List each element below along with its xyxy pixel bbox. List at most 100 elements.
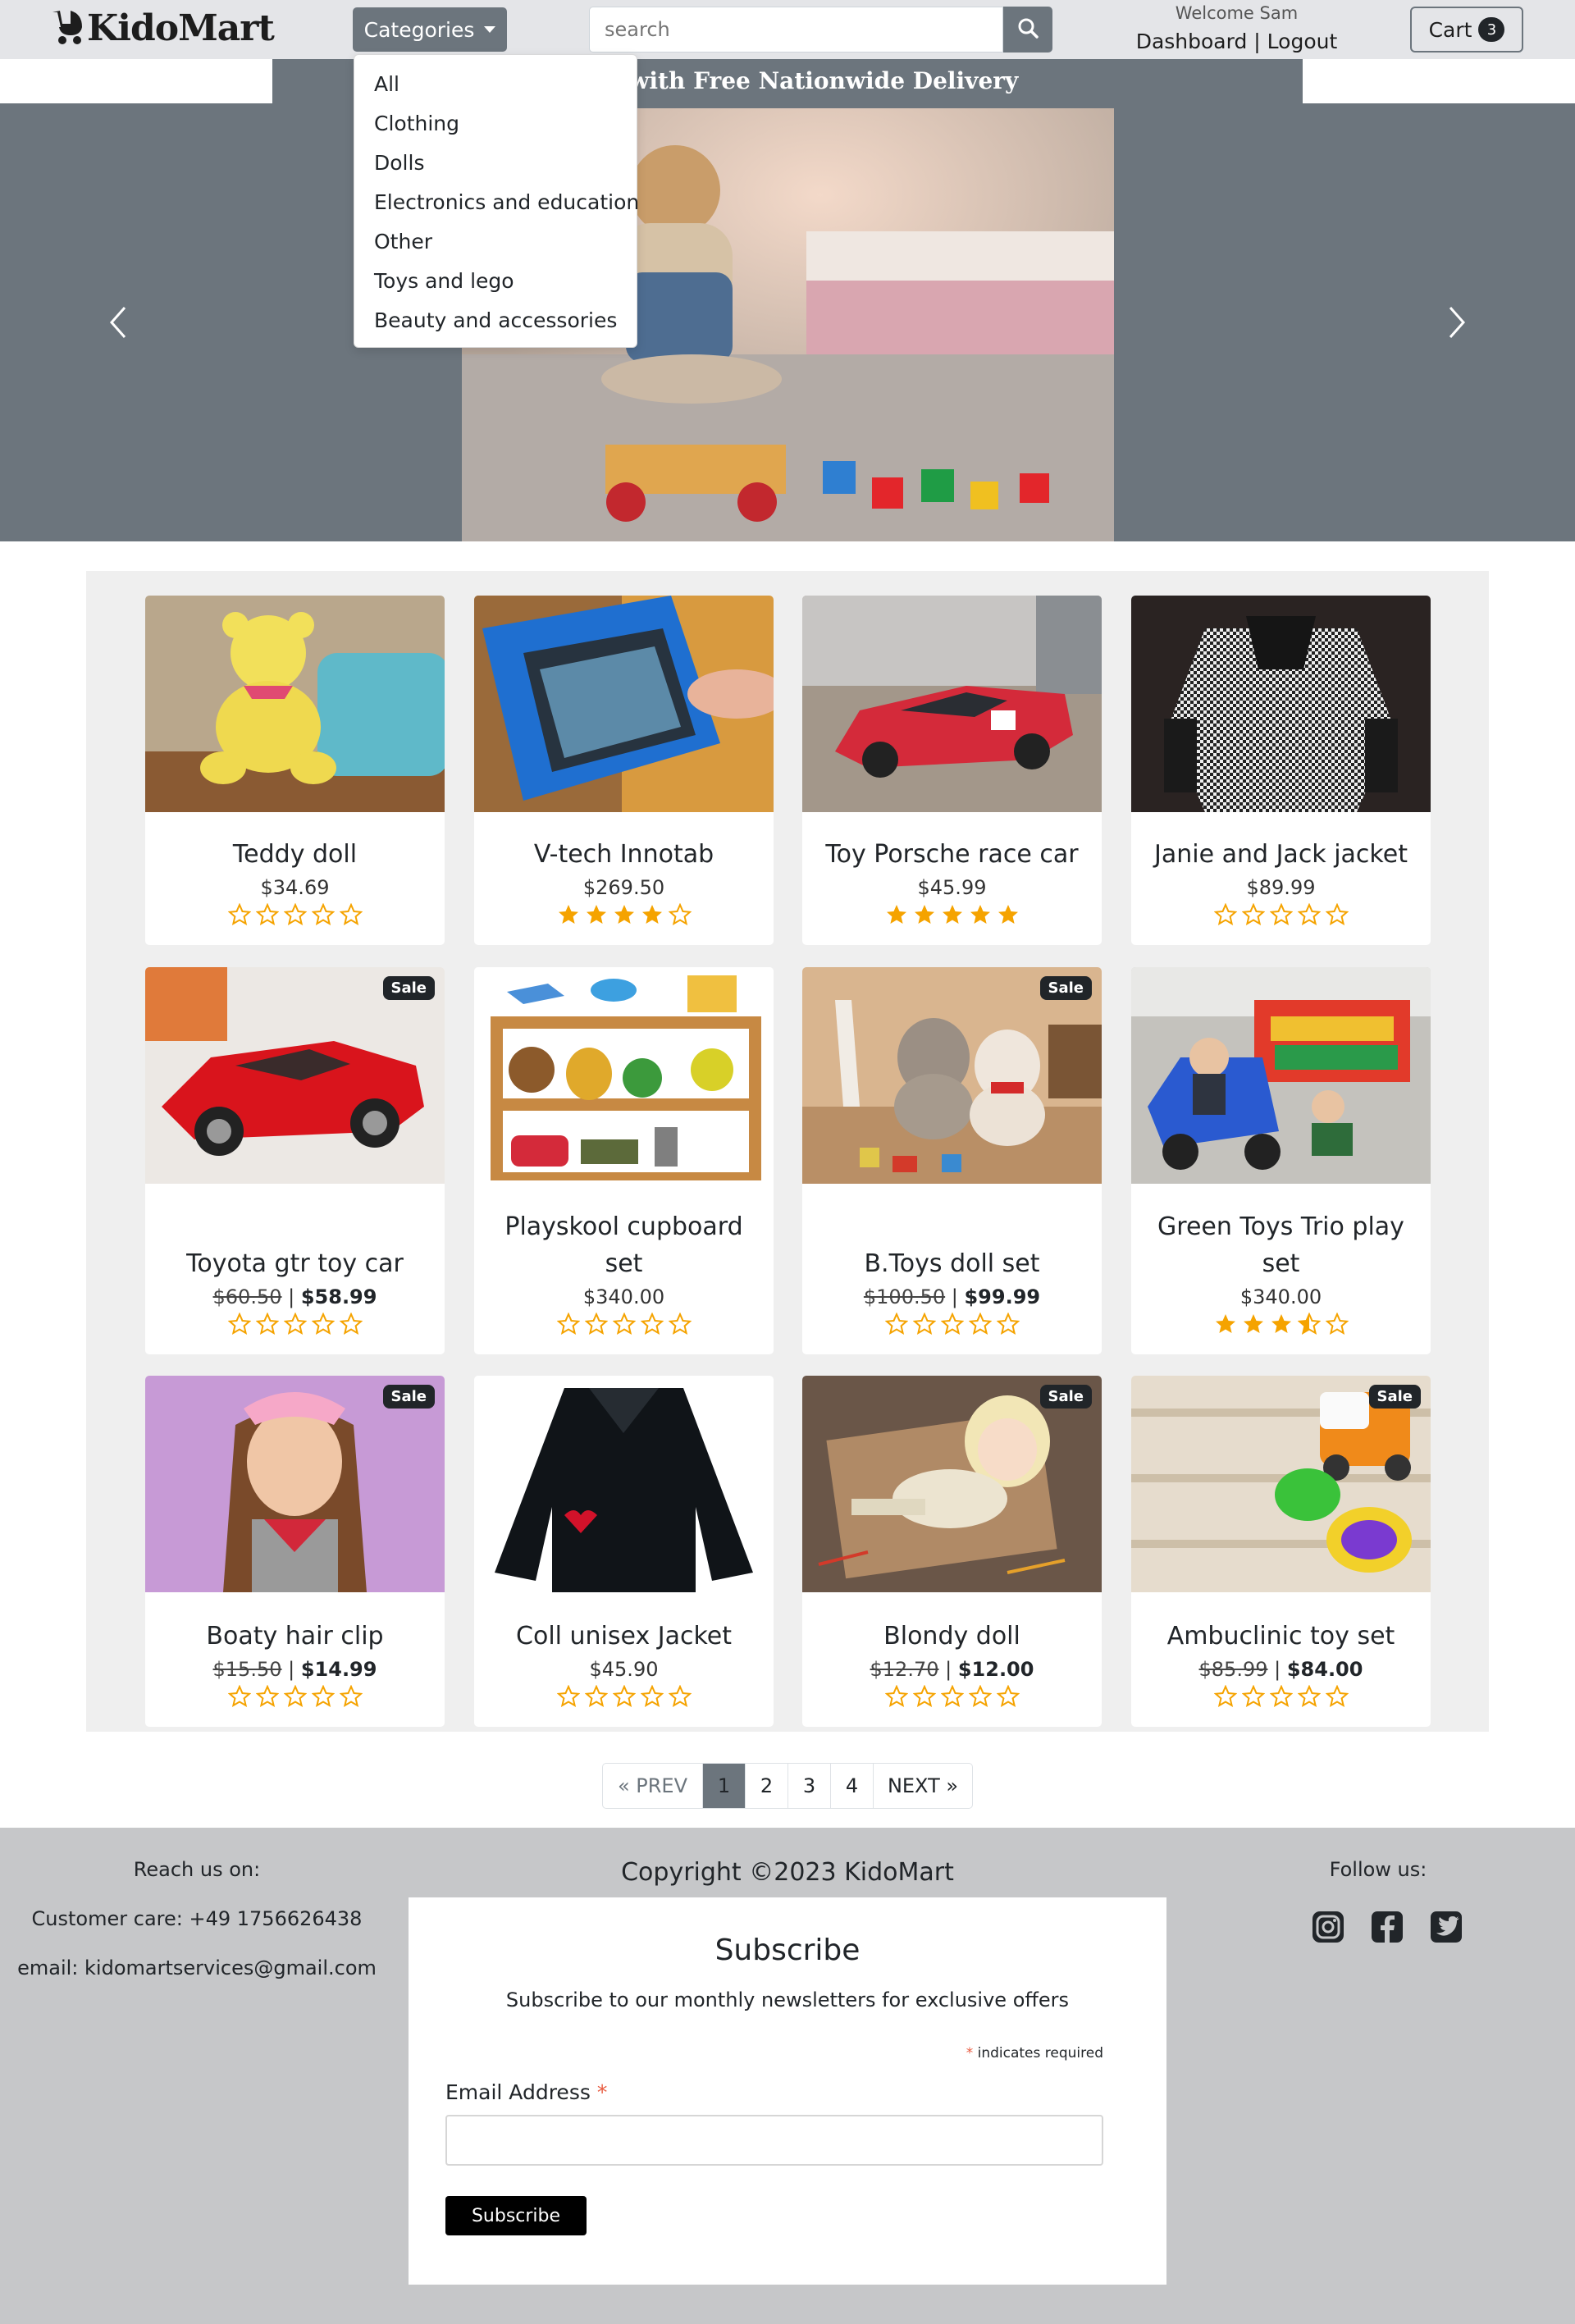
category-item-toys[interactable]: Toys and lego [354,262,637,301]
star-icon [1213,903,1237,926]
star-icon [556,1685,580,1708]
cart-label: Cart [1428,17,1472,42]
category-item-electronics[interactable]: Electronics and education [354,183,639,222]
logout-link[interactable]: Logout [1267,30,1338,53]
subscribe-button[interactable]: Subscribe [445,2196,587,2235]
product-price: $100.50 | $99.99 [864,1282,1040,1312]
star-icon [227,1685,251,1708]
product-card[interactable]: Coll unisex Jacket $45.90 [474,1376,774,1727]
product-card[interactable]: Sale Blondy doll $12.70 | $12.00 [802,1376,1102,1727]
rating-stars [227,902,363,927]
star-icon [584,1313,608,1336]
star-icon [311,1313,335,1336]
pagination-page-4[interactable]: 4 [831,1764,874,1808]
rating-stars [884,1312,1020,1336]
cart-button[interactable]: Cart 3 [1410,7,1523,53]
star-icon [1325,903,1349,926]
email-label: email: [17,1956,85,1979]
product-price: $269.50 [582,876,665,899]
product-title: Ambuclinic toy set [1166,1622,1395,1651]
product-title: Coll unisex Jacket [516,1622,732,1651]
old-price: $100.50 [863,1285,946,1308]
carousel-prev-button[interactable] [102,304,135,345]
categories-label: Categories [363,17,475,42]
category-item-other[interactable]: Other [354,222,637,262]
star-icon [886,905,906,924]
star-icon [884,1313,908,1336]
star-icon [912,1313,936,1336]
category-item-beauty[interactable]: Beauty and accessories [354,301,637,340]
star-icon [914,905,934,924]
product-image [474,596,774,812]
facebook-icon[interactable] [1370,1910,1404,1944]
star-icon [558,905,578,924]
price-separator: | [938,1658,958,1681]
star-icon [1241,1685,1265,1708]
product-price: $60.50 | $58.99 [213,1282,377,1312]
rating-stars [884,1684,1020,1709]
rating-stars [227,1684,363,1709]
product-price: $12.70 | $12.00 [870,1655,1034,1684]
product-card[interactable]: Sale Boaty hair clip $15.50 | $14.99 [145,1376,445,1727]
email-link[interactable]: kidomartservices@gmail.com [84,1956,377,1979]
chevron-right-icon [1447,306,1467,342]
category-item-dolls[interactable]: Dolls [354,144,637,183]
product-card[interactable]: Toy Porsche race car $45.99 [802,596,1102,945]
copyright-text: Copyright ©2023 KidoMart [621,1858,954,1887]
rating-stars [556,1312,692,1336]
product-title: Blondy doll [883,1622,1020,1651]
twitter-icon[interactable] [1429,1910,1463,1944]
product-card[interactable]: V-tech Innotab $269.50 [474,596,774,945]
dashboard-link[interactable]: Dashboard [1136,30,1248,53]
sale-price: $84.00 [1286,1658,1363,1681]
email-address-input[interactable] [445,2115,1103,2166]
product-card-body: Green Toys Trio play set $340.00 [1131,1184,1431,1354]
pagination-prev[interactable]: « PREV [603,1764,703,1808]
product-card-body: B.Toys doll set $100.50 | $99.99 [802,1184,1102,1354]
pagination-next[interactable]: NEXT » [874,1764,972,1808]
logo[interactable]: KidoMart [49,5,275,51]
required-star: * [596,2080,608,2104]
product-price: $89.99 [1246,876,1316,899]
product-card[interactable]: Green Toys Trio play set $340.00 [1131,967,1431,1354]
star-icon [668,1313,692,1336]
star-icon [283,1313,307,1336]
product-price: $340.00 [1239,1285,1322,1308]
instagram-icon[interactable] [1311,1910,1345,1944]
star-icon [996,1313,1020,1336]
product-card[interactable]: Sale Ambuclinic toy set $85.99 | $84.00 [1131,1376,1431,1727]
search-input[interactable] [589,7,1003,53]
subscribe-description: Subscribe to our monthly newsletters for… [505,1988,1070,2011]
search-button[interactable] [1003,7,1052,53]
follow-us-label: Follow us: [1329,1858,1427,1881]
star-icon [1271,1314,1291,1333]
pagination-page-2[interactable]: 2 [746,1764,788,1808]
product-card[interactable]: Sale Toyota gtr toy car $60.50 | $58.99 [145,967,445,1354]
chevron-left-icon [108,306,128,342]
social-links [1311,1910,1463,1944]
star-icon [912,1685,936,1708]
categories-button[interactable]: Categories [353,7,507,52]
sale-badge: Sale [1039,1385,1092,1409]
category-item-all[interactable]: All [354,65,637,104]
star-icon [586,905,606,924]
categories-dropdown-menu: All Clothing Dolls Electronics and educa… [354,54,639,348]
product-card[interactable]: Sale B.Toys doll set $100.50 | $99.99 [802,967,1102,1354]
star-icon [612,1685,636,1708]
email-address-label-text: Email Address [445,2080,597,2104]
rating-stars [227,1312,363,1336]
product-card[interactable]: Janie and Jack jacket $89.99 [1131,596,1431,945]
product-card[interactable]: Teddy doll $34.69 [145,596,445,945]
pagination-page-3[interactable]: 3 [788,1764,831,1808]
rating-stars [557,902,692,927]
category-item-clothing[interactable]: Clothing [354,104,637,144]
product-card[interactable]: Playskool cupboard set $340.00 [474,967,774,1354]
separator: | [1247,30,1267,53]
carousel-next-button[interactable] [1440,304,1473,345]
pagination-page-1[interactable]: 1 [703,1764,746,1808]
email-contact: email: kidomartservices@gmail.com [0,1956,394,1979]
product-price: $15.50 | $14.99 [213,1655,377,1684]
star-icon [283,903,307,926]
product-title: Janie and Jack jacket [1154,840,1408,869]
old-price: $85.99 [1198,1658,1268,1681]
